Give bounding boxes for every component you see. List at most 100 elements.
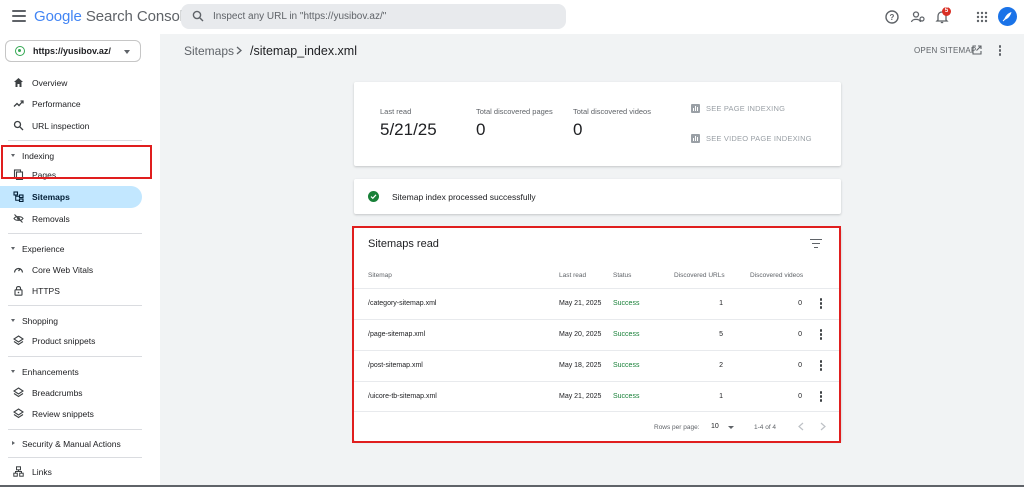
- see-page-indexing-label: SEE PAGE INDEXING: [706, 104, 786, 113]
- bar-chart-icon: [691, 104, 700, 113]
- sidebar-item-https[interactable]: HTTPS: [0, 280, 142, 302]
- see-video-indexing-link[interactable]: SEE VIDEO PAGE INDEXING: [691, 134, 812, 143]
- table-row[interactable]: /category-sitemap.xml May 21, 2025 Succe…: [354, 288, 839, 318]
- total-videos-value: 0: [573, 120, 583, 139]
- rows-per-page-select[interactable]: 10: [711, 421, 735, 433]
- sidebar-divider: [8, 233, 142, 234]
- row-more-options-icon[interactable]: [819, 360, 823, 372]
- previous-page-icon[interactable]: [798, 422, 804, 431]
- table-row[interactable]: /uicore-tb-sitemap.xml May 21, 2025 Succ…: [354, 381, 839, 411]
- last-read-date: May 20, 2025: [559, 331, 602, 338]
- property-label: https://yusibov.az/: [33, 46, 111, 56]
- rows-per-page-value: 10: [711, 423, 719, 430]
- see-page-indexing-link[interactable]: SEE PAGE INDEXING: [691, 104, 785, 113]
- chevron-right-icon: [236, 46, 242, 55]
- sidebar-item-links[interactable]: Links: [0, 461, 142, 483]
- next-page-icon[interactable]: [820, 422, 826, 431]
- discovered-videos-count: 0: [798, 393, 802, 400]
- status-success: Success: [613, 393, 640, 400]
- status-card: Sitemap index processed successfully: [354, 179, 841, 214]
- chevron-down-icon: [124, 50, 130, 54]
- app-logo[interactable]: Google Search Console: [34, 8, 191, 25]
- speed-gauge-icon: [13, 267, 24, 273]
- lock-icon: [14, 286, 23, 296]
- row-more-options-icon[interactable]: [819, 298, 823, 310]
- sidebar-divider: [8, 140, 142, 141]
- sitemap-path: /page-sitemap.xml: [368, 331, 426, 338]
- search-icon: [192, 10, 204, 22]
- hamburger-menu-icon[interactable]: [12, 10, 26, 22]
- sidebar-item-url-inspection[interactable]: URL inspection: [0, 115, 142, 137]
- chevron-down-icon: [728, 426, 734, 429]
- notification-count-badge: 5: [942, 7, 951, 16]
- sidebar-item-label: Review snippets: [32, 409, 94, 419]
- sidebar-section-label: Enhancements: [22, 367, 79, 377]
- url-inspection-search[interactable]: [181, 4, 566, 29]
- property-selector[interactable]: https://yusibov.az/: [5, 40, 141, 62]
- caret-right-icon: [12, 441, 15, 445]
- page-header: Sitemaps /sitemap_index.xml OPEN SITEMAP: [160, 34, 1024, 68]
- sidebar-item-label: Product snippets: [32, 336, 96, 346]
- column-header-discovered-urls[interactable]: Discovered URLs: [674, 272, 725, 279]
- row-more-options-icon[interactable]: [819, 391, 823, 403]
- column-header-discovered-videos[interactable]: Discovered videos: [750, 272, 803, 279]
- sitemaps-read-title: Sitemaps read: [368, 238, 439, 250]
- account-avatar[interactable]: [998, 7, 1017, 26]
- sidebar-divider: [8, 356, 142, 357]
- last-read-value: 5/21/25: [380, 120, 437, 139]
- sidebar-item-review-snippets[interactable]: Review snippets: [0, 403, 142, 425]
- column-header-status[interactable]: Status: [613, 272, 631, 279]
- sitemap-path: /post-sitemap.xml: [368, 362, 423, 369]
- table-row[interactable]: /post-sitemap.xml May 18, 2025 Success 2…: [354, 350, 839, 380]
- open-in-new-icon[interactable]: [972, 45, 982, 55]
- sidebar-item-breadcrumbs[interactable]: Breadcrumbs: [0, 382, 142, 404]
- sidebar-section-shopping[interactable]: Shopping: [0, 312, 142, 330]
- status-success: Success: [613, 362, 640, 369]
- sitemap-path: /uicore-tb-sitemap.xml: [368, 393, 437, 400]
- sidebar-item-label: URL inspection: [32, 121, 90, 131]
- row-more-options-icon[interactable]: [819, 329, 823, 341]
- open-sitemap-link[interactable]: OPEN SITEMAP: [914, 46, 976, 55]
- filter-icon[interactable]: [810, 239, 822, 248]
- sidebar-item-core-web-vitals[interactable]: Core Web Vitals: [0, 259, 142, 281]
- sidebar-item-product-snippets[interactable]: Product snippets: [0, 330, 142, 352]
- sidebar-item-label: Sitemaps: [32, 192, 70, 202]
- sidebar-item-sitemaps[interactable]: Sitemaps: [0, 186, 142, 208]
- column-header-sitemap[interactable]: Sitemap: [368, 272, 392, 279]
- discovered-urls-count: 2: [719, 362, 723, 369]
- search-input[interactable]: [213, 9, 553, 24]
- sidebar: https://yusibov.az/ Overview Performance…: [0, 34, 160, 487]
- breadcrumb-sitemaps[interactable]: Sitemaps: [184, 44, 234, 58]
- sidebar-item-label: Removals: [32, 214, 70, 224]
- svg-text:?: ?: [890, 13, 895, 22]
- home-icon: [14, 78, 23, 87]
- rows-per-page-label: Rows per page:: [654, 424, 700, 431]
- check-circle-icon: [368, 191, 379, 202]
- sitemaps-highlight-box: [1, 145, 152, 179]
- total-pages-label: Total discovered pages: [476, 107, 553, 116]
- more-options-icon[interactable]: [998, 45, 1002, 57]
- discovered-urls-count: 5: [719, 331, 723, 338]
- last-read-date: May 21, 2025: [559, 393, 602, 400]
- sidebar-item-overview[interactable]: Overview: [0, 72, 142, 94]
- bar-chart-icon: [691, 134, 700, 143]
- sidebar-section-enhancements[interactable]: Enhancements: [0, 363, 142, 381]
- table-row[interactable]: /page-sitemap.xml May 20, 2025 Success 5…: [354, 319, 839, 349]
- property-verified-icon: [15, 46, 25, 56]
- apps-grid-icon[interactable]: [974, 9, 990, 25]
- sidebar-item-performance[interactable]: Performance: [0, 93, 142, 115]
- column-header-last-read[interactable]: Last read: [559, 272, 586, 279]
- trending-up-icon: [13, 100, 24, 107]
- sidebar-section-label: Security & Manual Actions: [22, 439, 121, 449]
- sidebar-section-security[interactable]: Security & Manual Actions: [0, 435, 142, 453]
- manage-users-icon[interactable]: [910, 9, 926, 25]
- sidebar-item-removals[interactable]: Removals: [0, 208, 142, 230]
- sidebar-item-label: Performance: [32, 99, 81, 109]
- table-footer-divider: [354, 411, 839, 412]
- sidebar-section-experience[interactable]: Experience: [0, 240, 142, 258]
- sidebar-item-label: Breadcrumbs: [32, 388, 83, 398]
- help-icon[interactable]: ?: [884, 9, 900, 25]
- layers-icon: [13, 335, 24, 346]
- logo-product-text: Search Console: [85, 8, 192, 25]
- sidebar-divider: [8, 429, 142, 430]
